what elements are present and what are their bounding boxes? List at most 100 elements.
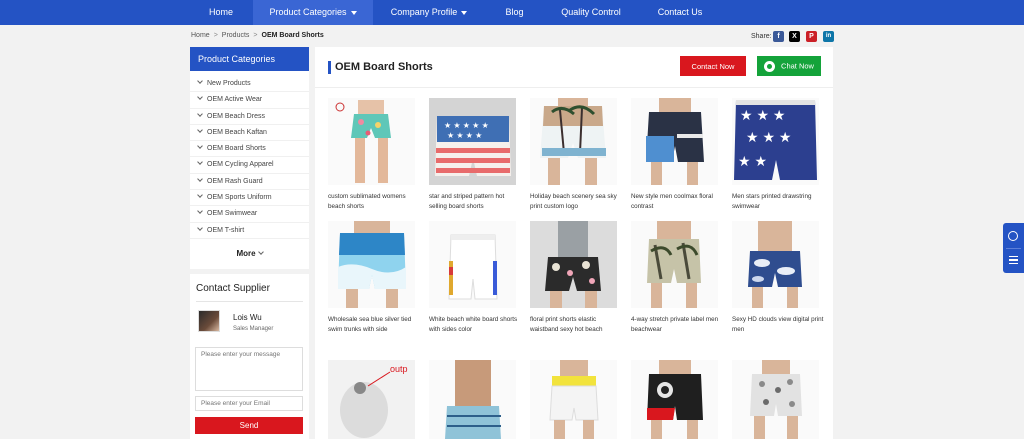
chevron-down-icon bbox=[197, 78, 203, 84]
svg-text:★ ★ ★ ★ ★: ★ ★ ★ ★ ★ bbox=[444, 121, 489, 130]
svg-text:outp: outp bbox=[390, 364, 408, 374]
product-image[interactable] bbox=[328, 98, 415, 185]
category-label: OEM Sports Uniform bbox=[207, 194, 272, 202]
product-image-grey-floral bbox=[732, 360, 819, 439]
category-item[interactable]: OEM Beach Kaftan bbox=[190, 125, 309, 142]
product-title[interactable]: star and striped pattern hot selling boa… bbox=[429, 192, 521, 212]
product-title[interactable]: custom sublimated womens beach shorts bbox=[328, 192, 420, 212]
nav-blog[interactable]: Blog bbox=[497, 0, 532, 25]
facebook-icon[interactable]: f bbox=[773, 31, 784, 42]
email-field[interactable] bbox=[195, 396, 303, 411]
product-title[interactable]: Wholesale sea blue silver tied swim trun… bbox=[328, 315, 420, 335]
category-item[interactable]: OEM Sports Uniform bbox=[190, 190, 309, 207]
chat-now-button[interactable]: Chat Now bbox=[757, 56, 821, 76]
product-image-black-floral bbox=[530, 221, 617, 308]
nav-company-profile[interactable]: Company Profile bbox=[381, 0, 477, 25]
product-image[interactable] bbox=[631, 221, 718, 308]
linkedin-icon[interactable]: in bbox=[823, 31, 834, 42]
product-image-white-yellow-shorts bbox=[530, 360, 617, 439]
contact-now-button[interactable]: Contact Now bbox=[680, 56, 746, 76]
nav-home[interactable]: Home bbox=[196, 0, 246, 25]
menu-icon[interactable] bbox=[1009, 256, 1018, 264]
message-input[interactable] bbox=[195, 347, 303, 391]
product-image[interactable] bbox=[732, 360, 819, 439]
product-image-white-shorts bbox=[429, 221, 516, 308]
chevron-down-icon bbox=[197, 192, 203, 198]
chevron-down-icon bbox=[197, 94, 203, 101]
svg-text:★ ★ ★ ★: ★ ★ ★ ★ bbox=[447, 131, 482, 140]
product-image-teal-shorts bbox=[328, 98, 415, 185]
product-title[interactable]: Sexy HD clouds view digital print men bbox=[732, 315, 824, 335]
product-image[interactable] bbox=[530, 98, 617, 185]
product-image[interactable] bbox=[328, 221, 415, 308]
product-image-navy-blue-shorts bbox=[631, 98, 718, 185]
avatar bbox=[198, 310, 220, 332]
product-image-sky-clouds bbox=[732, 221, 819, 308]
chevron-down-icon bbox=[197, 224, 203, 231]
category-item[interactable]: OEM Cycling Apparel bbox=[190, 157, 309, 174]
supplier-role: Sales Manager bbox=[233, 326, 274, 332]
category-item[interactable]: OEM Board Shorts bbox=[190, 141, 309, 158]
send-button[interactable]: Send bbox=[195, 417, 303, 434]
product-image[interactable] bbox=[429, 360, 516, 439]
nav-blog-label: Blog bbox=[505, 7, 524, 17]
whatsapp-icon bbox=[764, 60, 776, 72]
contact-supplier-panel: Contact Supplier Lois Wu Sales Manager S… bbox=[190, 274, 309, 439]
product-title[interactable]: floral print shorts elastic waistband se… bbox=[530, 315, 622, 335]
category-item[interactable]: OEM Active Wear bbox=[190, 92, 309, 109]
product-image[interactable] bbox=[530, 221, 617, 308]
product-image[interactable]: outp bbox=[328, 360, 415, 439]
breadcrumb-separator: > bbox=[213, 32, 218, 39]
more-label: More bbox=[236, 249, 256, 258]
product-title[interactable]: White beach white board shorts with side… bbox=[429, 315, 521, 335]
whatsapp-icon[interactable] bbox=[1008, 231, 1018, 241]
share-label: Share: bbox=[751, 33, 772, 40]
product-image[interactable]: ★ ★ ★ ★ ★ ★ ★ ★ bbox=[732, 98, 819, 185]
category-label: OEM Cycling Apparel bbox=[207, 161, 274, 169]
category-item[interactable]: OEM Swimwear bbox=[190, 206, 309, 223]
svg-text:★ ★ ★: ★ ★ ★ bbox=[740, 107, 785, 123]
product-image[interactable]: ★ ★ ★ ★ ★ ★ ★ ★ ★ bbox=[429, 98, 516, 185]
chevron-down-icon bbox=[350, 10, 357, 15]
product-title[interactable]: Holiday beach scenery sea sky print cust… bbox=[530, 192, 622, 212]
breadcrumb-separator: > bbox=[253, 32, 258, 39]
product-title[interactable]: New style men coolmax floral contrast bbox=[631, 192, 723, 212]
product-image-palm-scenery bbox=[530, 98, 617, 185]
product-image[interactable] bbox=[732, 221, 819, 308]
product-image[interactable] bbox=[631, 360, 718, 439]
product-image-navy-stars: ★ ★ ★ ★ ★ ★ ★ ★ bbox=[732, 98, 819, 185]
divider bbox=[1006, 248, 1021, 249]
product-title[interactable]: Men stars printed drawstring swimwear bbox=[732, 192, 824, 212]
chevron-down-icon bbox=[197, 127, 203, 133]
breadcrumb: Home > Products > OEM Board Shorts bbox=[191, 32, 324, 39]
category-item[interactable]: New Products bbox=[190, 76, 309, 93]
category-item[interactable]: OEM Beach Dress bbox=[190, 109, 309, 125]
more-categories-button[interactable]: More bbox=[190, 249, 309, 258]
product-image-blue-wave bbox=[328, 221, 415, 308]
pinterest-icon[interactable]: P bbox=[806, 31, 817, 42]
page-title: OEM Board Shorts bbox=[335, 61, 433, 73]
category-item[interactable]: OEM T-shirt bbox=[190, 223, 309, 239]
category-item[interactable]: OEM Rash Guard bbox=[190, 174, 309, 191]
title-accent bbox=[328, 61, 331, 74]
breadcrumb-current: OEM Board Shorts bbox=[261, 32, 324, 39]
chevron-down-icon bbox=[257, 249, 264, 255]
breadcrumb-home[interactable]: Home bbox=[191, 32, 210, 39]
product-image-black-red-shorts bbox=[631, 360, 718, 439]
category-label: OEM T-shirt bbox=[207, 226, 245, 234]
nav-product-categories[interactable]: Product Categories bbox=[253, 0, 373, 25]
nav-quality-control[interactable]: Quality Control bbox=[553, 0, 629, 25]
product-title[interactable]: 4-way stretch private label men beachwea… bbox=[631, 315, 723, 335]
product-image-fabric-sample: outp bbox=[328, 360, 415, 439]
category-sidebar: Product Categories New Products OEM Acti… bbox=[190, 47, 309, 269]
nav-contact-us[interactable]: Contact Us bbox=[650, 0, 710, 25]
x-icon[interactable]: X bbox=[789, 31, 800, 42]
nav-quality-control-label: Quality Control bbox=[561, 7, 621, 17]
product-image[interactable] bbox=[429, 221, 516, 308]
breadcrumb-products[interactable]: Products bbox=[222, 32, 250, 39]
chevron-down-icon bbox=[197, 110, 203, 117]
product-image[interactable] bbox=[530, 360, 617, 439]
chevron-down-icon bbox=[461, 10, 468, 15]
nav-product-categories-label: Product Categories bbox=[269, 7, 347, 17]
product-image[interactable] bbox=[631, 98, 718, 185]
